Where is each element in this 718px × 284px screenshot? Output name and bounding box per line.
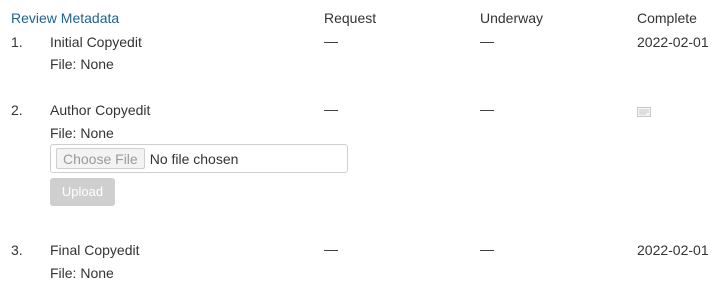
- choose-file-button[interactable]: Choose File: [56, 148, 145, 169]
- underway-column-header: Underway: [480, 10, 544, 26]
- row-title: Final Copyedit: [50, 242, 140, 258]
- row-file: File: None: [50, 265, 114, 281]
- file-status-text: No file chosen: [149, 150, 239, 167]
- row-underway: —: [480, 101, 494, 117]
- row-title: Author Copyedit: [50, 102, 151, 118]
- row-title: Initial Copyedit: [50, 34, 142, 50]
- request-column-header: Request: [324, 10, 377, 26]
- row-file: File: None: [50, 125, 114, 141]
- row-underway: —: [480, 241, 494, 257]
- row-number: 1.: [11, 34, 23, 50]
- row-request: —: [324, 101, 338, 117]
- mail-icon[interactable]: [637, 107, 651, 117]
- row-complete: 2022-02-01: [637, 242, 709, 258]
- row-number: 2.: [11, 102, 23, 118]
- review-metadata-link[interactable]: Review Metadata: [11, 10, 119, 26]
- upload-button[interactable]: Upload: [50, 178, 115, 206]
- row-request: —: [324, 33, 338, 49]
- row-underway: —: [480, 33, 494, 49]
- row-request: —: [324, 241, 338, 257]
- file-input[interactable]: Choose File No file chosen: [50, 144, 348, 173]
- row-number: 3.: [11, 242, 23, 258]
- row-complete: 2022-02-01: [637, 34, 709, 50]
- row-file: File: None: [50, 56, 114, 72]
- complete-column-header: Complete: [637, 10, 697, 26]
